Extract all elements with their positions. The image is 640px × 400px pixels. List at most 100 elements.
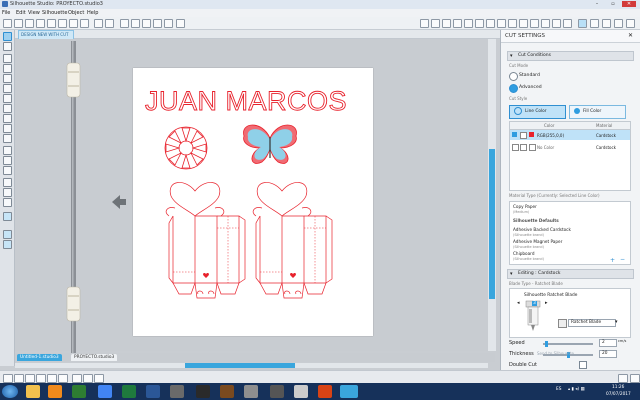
- library-panel-icon[interactable]: [530, 19, 539, 28]
- offset-icon[interactable]: [497, 19, 506, 28]
- send-to-silhouette-button[interactable]: Send to Silhouette: [537, 351, 574, 356]
- word-icon[interactable]: [146, 385, 160, 398]
- advanced-radio[interactable]: [509, 84, 518, 93]
- tray-icons[interactable]: ▴ ▮ ◂) ▦: [568, 387, 585, 392]
- butterfly-shape[interactable]: [243, 124, 297, 164]
- cut-conditions-header[interactable]: ▾ Cut Conditions: [507, 51, 634, 61]
- list-item[interactable]: Adhesive Magnet Paper: [513, 239, 562, 244]
- acrobat-icon[interactable]: [294, 385, 308, 398]
- favor-boxes[interactable]: [165, 182, 333, 299]
- text-style-icon[interactable]: [541, 19, 550, 28]
- undo-icon[interactable]: [94, 19, 103, 28]
- store-tool-icon[interactable]: [3, 240, 12, 249]
- pan-icon[interactable]: [120, 19, 129, 28]
- gradient-tool-icon[interactable]: [3, 188, 12, 197]
- compound-icon[interactable]: [47, 374, 57, 383]
- thickness-field[interactable]: 20: [599, 350, 617, 358]
- firefox-icon[interactable]: [318, 385, 332, 398]
- horizontal-scrollbar[interactable]: [15, 363, 488, 368]
- tool-icon[interactable]: [270, 385, 284, 398]
- expand-icon[interactable]: [630, 374, 640, 383]
- rectangle-tool-icon[interactable]: [3, 64, 12, 73]
- printer-icon[interactable]: [244, 385, 258, 398]
- checkbox-icon[interactable]: [512, 132, 517, 137]
- editing-header[interactable]: ▾ Editing : Cardstock: [507, 269, 634, 279]
- trace-icon[interactable]: [508, 19, 517, 28]
- paint-icon[interactable]: [220, 385, 234, 398]
- standard-radio[interactable]: [509, 72, 518, 81]
- hscroll-thumb[interactable]: [185, 363, 295, 368]
- list-item[interactable]: Copy Paper: [513, 204, 537, 209]
- double-cut-checkbox[interactable]: [579, 361, 587, 369]
- line-color-button[interactable]: Line Color: [509, 105, 566, 119]
- point-edit-icon[interactable]: [3, 42, 12, 51]
- close-button[interactable]: ✕: [622, 1, 636, 7]
- flip-icon[interactable]: [94, 374, 104, 383]
- close-panel-icon[interactable]: ✕: [628, 32, 633, 39]
- deselect-icon[interactable]: [14, 374, 24, 383]
- grid-icon[interactable]: [431, 19, 440, 28]
- arc-tool-icon[interactable]: [3, 104, 12, 113]
- shape-tool-icon[interactable]: [3, 134, 12, 143]
- ungroup-icon[interactable]: [36, 374, 46, 383]
- start-icon[interactable]: [2, 385, 18, 398]
- zoom-box-icon[interactable]: [153, 19, 162, 28]
- zoom-in-icon[interactable]: [131, 19, 140, 28]
- menu-file[interactable]: File: [2, 10, 10, 16]
- feed-arrow-icon[interactable]: [110, 193, 128, 211]
- silhouette-icon[interactable]: [602, 19, 611, 28]
- cutting-mat-page[interactable]: JUAN MARCOS: [133, 68, 373, 336]
- fill-icon[interactable]: [442, 19, 451, 28]
- zoom-fit-icon[interactable]: [164, 19, 173, 28]
- library-icon[interactable]: [25, 19, 34, 28]
- blade-increase-icon[interactable]: ▸: [545, 300, 548, 306]
- knife-tool-icon[interactable]: [3, 166, 12, 175]
- open-icon[interactable]: [14, 19, 23, 28]
- save-icon[interactable]: [36, 19, 45, 28]
- scanner-icon[interactable]: [170, 385, 184, 398]
- send-icon[interactable]: [590, 19, 599, 28]
- cut-icon[interactable]: [58, 19, 67, 28]
- chevron-down-icon[interactable]: ▾: [615, 319, 618, 325]
- add-material-icon[interactable]: +: [610, 257, 615, 264]
- release-compound-icon[interactable]: [58, 374, 68, 383]
- panels-icon[interactable]: [626, 19, 635, 28]
- select-tool-icon[interactable]: [3, 32, 12, 41]
- cut-settings-icon[interactable]: [578, 19, 587, 28]
- gear-icon[interactable]: [618, 374, 628, 383]
- silhouette-studio-taskbar-icon[interactable]: [340, 385, 358, 398]
- redo-icon[interactable]: [105, 19, 114, 28]
- transform-icon[interactable]: [552, 19, 561, 28]
- camera-icon[interactable]: [196, 385, 210, 398]
- design-page-icon[interactable]: [420, 19, 429, 28]
- menu-help[interactable]: Help: [87, 10, 98, 16]
- align-icon[interactable]: [475, 19, 484, 28]
- remove-material-icon[interactable]: −: [620, 256, 625, 263]
- folder-icon[interactable]: [72, 385, 86, 398]
- replicate-icon[interactable]: [486, 19, 495, 28]
- table-row[interactable]: No Color Cardstock: [510, 142, 630, 152]
- media-icon[interactable]: [48, 385, 62, 398]
- menu-object[interactable]: Object: [68, 10, 84, 16]
- explorer-icon[interactable]: [26, 385, 40, 398]
- paste-icon[interactable]: [80, 19, 89, 28]
- fill-color-button[interactable]: Fill Color: [569, 105, 626, 119]
- curve-tool-icon[interactable]: [3, 94, 12, 103]
- line-style-icon[interactable]: [464, 19, 473, 28]
- freehand-tool-icon[interactable]: [3, 114, 12, 123]
- name-text[interactable]: JUAN MARCOS: [145, 86, 347, 117]
- settings-icon[interactable]: [176, 19, 185, 28]
- fill-tool-icon[interactable]: [3, 178, 12, 187]
- line-color-icon[interactable]: [453, 19, 462, 28]
- speed-field[interactable]: 2: [599, 339, 617, 347]
- copy-icon[interactable]: [69, 19, 78, 28]
- layers-icon[interactable]: [3, 212, 12, 221]
- vertical-scrollbar[interactable]: [488, 39, 496, 351]
- language-indicator[interactable]: ES: [556, 387, 561, 392]
- excel-icon[interactable]: [122, 385, 136, 398]
- eyedropper-tool-icon[interactable]: [3, 198, 12, 207]
- list-item[interactable]: Adhesive Backed Cardstock: [513, 227, 571, 232]
- zoom-out-icon[interactable]: [142, 19, 151, 28]
- ellipse-tool-icon[interactable]: [3, 74, 12, 83]
- sun-shape[interactable]: [164, 126, 208, 170]
